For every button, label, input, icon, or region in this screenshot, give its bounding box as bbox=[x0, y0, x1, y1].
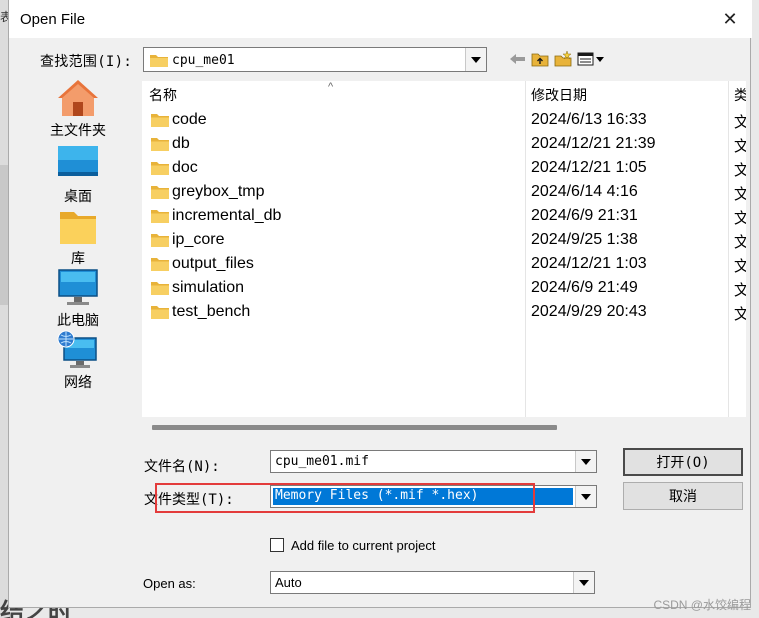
cancel-button[interactable]: 取消 bbox=[623, 482, 743, 510]
column-header-name[interactable]: 名称 bbox=[149, 81, 177, 109]
place-label: 主文件夹 bbox=[50, 122, 106, 138]
close-button[interactable]: ✕ bbox=[716, 6, 744, 32]
open-as-select[interactable]: Auto bbox=[270, 571, 595, 594]
place-label: 桌面 bbox=[64, 188, 92, 204]
file-list[interactable]: 名称 ^ 修改日期 类 code 2024/6/13 16:33 文 db 20… bbox=[142, 81, 746, 417]
file-name: ip_core bbox=[172, 231, 225, 248]
file-type: 文 bbox=[734, 186, 746, 203]
place-label: 网络 bbox=[64, 374, 92, 390]
file-name: incremental_db bbox=[172, 207, 282, 224]
file-date: 2024/6/13 16:33 bbox=[531, 111, 647, 128]
open-button[interactable]: 打开(O) bbox=[623, 448, 743, 476]
file-date: 2024/12/21 21:39 bbox=[531, 135, 656, 152]
file-name: code bbox=[172, 111, 207, 128]
add-to-project-label: Add file to current project bbox=[291, 538, 436, 553]
folder-icon bbox=[151, 161, 169, 175]
file-name-input[interactable]: cpu_me01.mif bbox=[270, 450, 597, 473]
place-label: 此电脑 bbox=[57, 312, 99, 328]
chevron-down-icon[interactable] bbox=[573, 572, 594, 593]
desktop-icon bbox=[56, 144, 100, 184]
file-date: 2024/6/14 4:16 bbox=[531, 183, 638, 200]
file-date: 2024/9/29 20:43 bbox=[531, 303, 647, 320]
back-arrow-icon[interactable] bbox=[507, 48, 529, 70]
new-folder-icon[interactable] bbox=[552, 48, 574, 70]
file-type: 文 bbox=[734, 306, 746, 323]
title-bar[interactable]: Open File ✕ bbox=[9, 0, 752, 38]
file-name: output_files bbox=[172, 255, 254, 272]
file-name-label: 文件名(N): bbox=[144, 459, 220, 475]
up-folder-icon[interactable] bbox=[529, 48, 551, 70]
close-icon: ✕ bbox=[722, 8, 738, 29]
sort-ascending-icon: ^ bbox=[328, 81, 334, 93]
place-computer[interactable]: 此电脑 bbox=[40, 268, 116, 330]
cancel-button-label: 取消 bbox=[669, 489, 697, 505]
file-type: 文 bbox=[734, 282, 746, 299]
file-date: 2024/12/21 1:05 bbox=[531, 159, 647, 176]
file-row[interactable]: greybox_tmp 2024/6/14 4:16 文 bbox=[142, 181, 746, 205]
look-in-label: 查找范围(I): bbox=[40, 54, 133, 70]
file-type: 文 bbox=[734, 210, 746, 227]
folder-icon bbox=[151, 137, 169, 151]
place-home[interactable]: 主文件夹 bbox=[40, 78, 116, 140]
file-date: 2024/9/25 1:38 bbox=[531, 231, 638, 248]
scrollbar-thumb[interactable] bbox=[152, 425, 557, 430]
look-in-value: cpu_me01 bbox=[172, 53, 235, 68]
file-type: 文 bbox=[734, 258, 746, 275]
place-label: 库 bbox=[71, 250, 85, 266]
dialog-title: Open File bbox=[20, 11, 86, 28]
file-name: db bbox=[172, 135, 190, 152]
chevron-down-icon[interactable] bbox=[575, 486, 596, 507]
chevron-down-icon[interactable] bbox=[575, 451, 596, 472]
view-menu-icon[interactable] bbox=[576, 48, 606, 70]
open-file-dialog: Open File ✕ 查找范围(I): cpu_me01 主文件夹 桌面 库 … bbox=[8, 0, 752, 608]
library-icon bbox=[56, 206, 100, 246]
open-as-label: Open as: bbox=[143, 576, 196, 591]
computer-icon bbox=[56, 268, 100, 308]
file-row[interactable]: db 2024/12/21 21:39 文 bbox=[142, 133, 746, 157]
folder-icon bbox=[151, 281, 169, 295]
open-as-value: Auto bbox=[275, 575, 302, 590]
watermark-text: CSDN @水饺编程 bbox=[653, 598, 751, 612]
places-bar: 主文件夹 桌面 库 此电脑 网络 bbox=[40, 78, 140, 398]
network-icon bbox=[56, 330, 100, 370]
folder-icon bbox=[151, 305, 169, 319]
folder-icon bbox=[151, 113, 169, 127]
file-row[interactable]: output_files 2024/12/21 1:03 文 bbox=[142, 253, 746, 277]
file-date: 2024/6/9 21:31 bbox=[531, 207, 638, 224]
chevron-down-icon[interactable] bbox=[465, 48, 486, 71]
column-header-type[interactable]: 类 bbox=[734, 81, 746, 109]
file-name: doc bbox=[172, 159, 198, 176]
highlight-annotation-box bbox=[155, 483, 535, 513]
file-row[interactable]: doc 2024/12/21 1:05 文 bbox=[142, 157, 746, 181]
look-in-combo[interactable]: cpu_me01 bbox=[143, 47, 487, 72]
file-name-value: cpu_me01.mif bbox=[275, 454, 369, 469]
folder-icon bbox=[151, 257, 169, 271]
place-desktop[interactable]: 桌面 bbox=[40, 144, 116, 206]
file-date: 2024/6/9 21:49 bbox=[531, 279, 638, 296]
file-row[interactable]: simulation 2024/6/9 21:49 文 bbox=[142, 277, 746, 301]
folder-icon bbox=[150, 53, 168, 67]
place-library[interactable]: 库 bbox=[40, 206, 116, 268]
file-date: 2024/12/21 1:03 bbox=[531, 255, 647, 272]
folder-icon bbox=[151, 233, 169, 247]
folder-icon bbox=[151, 185, 169, 199]
file-type: 文 bbox=[734, 162, 746, 179]
file-row[interactable]: ip_core 2024/9/25 1:38 文 bbox=[142, 229, 746, 253]
file-name: test_bench bbox=[172, 303, 251, 320]
folder-icon bbox=[151, 209, 169, 223]
horizontal-scrollbar[interactable] bbox=[142, 418, 746, 436]
file-name: simulation bbox=[172, 279, 245, 296]
file-type: 文 bbox=[734, 234, 746, 251]
column-header-date[interactable]: 修改日期 bbox=[531, 81, 587, 109]
place-network[interactable]: 网络 bbox=[40, 330, 116, 392]
file-row[interactable]: test_bench 2024/9/29 20:43 文 bbox=[142, 301, 746, 325]
file-row[interactable]: code 2024/6/13 16:33 文 bbox=[142, 109, 746, 133]
add-to-project-checkbox[interactable] bbox=[270, 538, 284, 552]
file-type: 文 bbox=[734, 114, 746, 131]
file-name: greybox_tmp bbox=[172, 183, 265, 200]
home-icon bbox=[56, 78, 100, 118]
open-button-label: 打开(O) bbox=[656, 455, 710, 471]
file-row[interactable]: incremental_db 2024/6/9 21:31 文 bbox=[142, 205, 746, 229]
file-type: 文 bbox=[734, 138, 746, 155]
